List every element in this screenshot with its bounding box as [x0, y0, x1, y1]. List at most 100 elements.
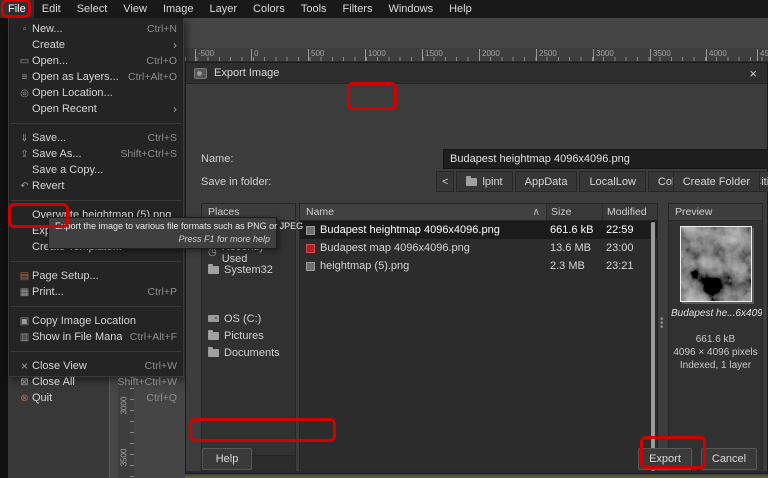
hruler-label: 1000: [365, 49, 386, 61]
copy-icon: [17, 316, 32, 327]
create-folder-button[interactable]: Create Folder: [673, 171, 760, 192]
place-pictures[interactable]: Pictures: [202, 327, 295, 344]
menu-colors[interactable]: Colors: [245, 0, 293, 18]
filename-input[interactable]: [443, 149, 768, 169]
close-icon: [17, 359, 32, 373]
dialog-title: Export Image: [214, 67, 747, 79]
location-icon: [17, 88, 32, 99]
preview-info: 661.6 kB 4096 × 4096 pixels Indexed, 1 l…: [669, 333, 762, 372]
menu-item-show-in-file-manager[interactable]: Show in File ManagerCtrl+Alt+F: [9, 329, 183, 345]
place-documents[interactable]: Documents: [202, 344, 295, 361]
open-folder-icon: [17, 56, 32, 67]
menu-item-revert[interactable]: Revert: [9, 178, 183, 194]
menu-item-close-view[interactable]: Close ViewCtrl+W: [9, 358, 183, 374]
hruler-label: 500: [308, 49, 324, 61]
menu-item-open[interactable]: Open...Ctrl+O: [9, 53, 183, 69]
annotation-box-png-extension: [347, 82, 397, 110]
save-icon: [17, 133, 32, 144]
menu-item-open-recent[interactable]: Open Recent›: [9, 101, 183, 117]
hruler-label: 2500: [536, 49, 557, 61]
breadcrumb-locallow[interactable]: LocalLow: [579, 171, 645, 192]
scrollbar-thumb[interactable]: [651, 222, 655, 471]
menu-layer[interactable]: Layer: [202, 0, 246, 18]
breadcrumb-appdata[interactable]: AppData: [515, 171, 578, 192]
page-setup-icon: [17, 271, 32, 282]
file-row[interactable]: Budapest heightmap 4096x4096.png 661.6 k…: [300, 221, 657, 239]
folder-icon: [208, 332, 219, 340]
export-image-dialog: Export Image × Name: Save in folder: < l…: [185, 62, 768, 474]
menu-separator: [11, 117, 181, 124]
preview-thumbnail: [680, 226, 752, 302]
menu-image[interactable]: Image: [155, 0, 202, 18]
menu-item-page-setup[interactable]: Page Setup...: [9, 268, 183, 284]
help-button[interactable]: Help: [202, 448, 252, 470]
menu-edit[interactable]: Edit: [34, 0, 69, 18]
menu-filters[interactable]: Filters: [335, 0, 381, 18]
cancel-button[interactable]: Cancel: [701, 448, 757, 470]
hruler-label: 4500: [757, 49, 768, 61]
file-row[interactable]: Budapest map 4096x4096.png 13.6 MB 23:00: [300, 239, 657, 257]
column-modified[interactable]: Modified: [602, 204, 657, 220]
image-file-icon: [306, 262, 315, 271]
file-manager-icon: [17, 332, 32, 343]
submenu-arrow-icon: ›: [173, 102, 177, 116]
annotation-box-file-menu: [1, 0, 31, 18]
menu-item-save-a-copy[interactable]: Save a Copy...: [9, 162, 183, 178]
revert-icon: [17, 181, 32, 192]
menu-item-close-all[interactable]: Close AllShift+Ctrl+W: [9, 374, 183, 390]
column-size[interactable]: Size: [546, 204, 602, 220]
dialog-bottom-edge: [186, 471, 767, 473]
breadcrumb-back-button[interactable]: <: [436, 171, 454, 192]
print-icon: [17, 287, 32, 298]
preview-filesize: 661.6 kB: [669, 333, 762, 346]
menu-help[interactable]: Help: [441, 0, 480, 18]
dialog-titlebar[interactable]: Export Image ×: [186, 63, 767, 84]
menu-tools[interactable]: Tools: [293, 0, 335, 18]
hruler-label: 2000: [479, 49, 500, 61]
preview-panel: Preview Budapest he...6x4096.png 661.6 k…: [668, 203, 763, 473]
pane-resize-handle[interactable]: •••: [660, 318, 664, 330]
menu-view[interactable]: View: [115, 0, 155, 18]
place-system32[interactable]: System32: [202, 261, 295, 278]
folder-icon: [208, 349, 219, 357]
horizontal-ruler: -500 0 500 1000 1500 2000 2500 3000 3500…: [185, 48, 768, 62]
menu-item-new[interactable]: New...Ctrl+N: [9, 21, 183, 37]
menu-item-open-location[interactable]: Open Location...: [9, 85, 183, 101]
menu-bar: File Edit Select View Image Layer Colors…: [0, 0, 768, 18]
menu-item-print[interactable]: Print...Ctrl+P: [9, 284, 183, 300]
dialog-close-icon[interactable]: ×: [747, 66, 759, 81]
place-os-c[interactable]: OS (C:): [202, 310, 295, 327]
file-menu-dropdown: New...Ctrl+N Create› Open...Ctrl+O Open …: [8, 18, 184, 377]
tooltip-text: Export the image to various file formats…: [55, 221, 270, 231]
export-as-tooltip: Export the image to various file formats…: [48, 217, 277, 249]
menu-item-quit[interactable]: QuitCtrl+Q: [9, 390, 183, 406]
hruler-label: -500: [195, 49, 214, 61]
menu-item-copy-image-location[interactable]: Copy Image Location: [9, 313, 183, 329]
menu-separator: [11, 194, 181, 201]
menu-select[interactable]: Select: [69, 0, 116, 18]
new-document-icon: [17, 24, 32, 35]
sort-ascending-icon: ∧: [532, 204, 540, 220]
menu-item-save[interactable]: Save...Ctrl+S: [9, 130, 183, 146]
file-list-header: Name∧ Size Modified: [300, 204, 657, 221]
scrollbar[interactable]: [650, 222, 656, 471]
menu-separator: [11, 300, 181, 307]
window-left-edge: [0, 18, 8, 478]
column-name[interactable]: Name∧: [300, 204, 546, 220]
image-file-red-icon: [306, 244, 315, 253]
preview-layers: Indexed, 1 layer: [669, 359, 762, 372]
folder-icon: [466, 178, 477, 186]
menu-item-save-as[interactable]: Save As...Shift+Ctrl+S: [9, 146, 183, 162]
menu-item-open-as-layers[interactable]: Open as Layers...Ctrl+Alt+O: [9, 69, 183, 85]
menu-windows[interactable]: Windows: [380, 0, 441, 18]
preview-header: Preview: [669, 204, 762, 221]
quit-icon: [17, 393, 32, 404]
annotation-box-export-as: [8, 203, 69, 228]
hruler-label: 3000: [593, 49, 614, 61]
preview-dimensions: 4096 × 4096 pixels: [669, 346, 762, 359]
file-row[interactable]: heightmap (5).png 2.3 MB 23:21: [300, 257, 657, 275]
breadcrumb-home[interactable]: lpint: [456, 171, 512, 192]
menu-separator: [11, 345, 181, 352]
menu-item-create[interactable]: Create›: [9, 37, 183, 53]
folder-icon: [208, 266, 219, 274]
